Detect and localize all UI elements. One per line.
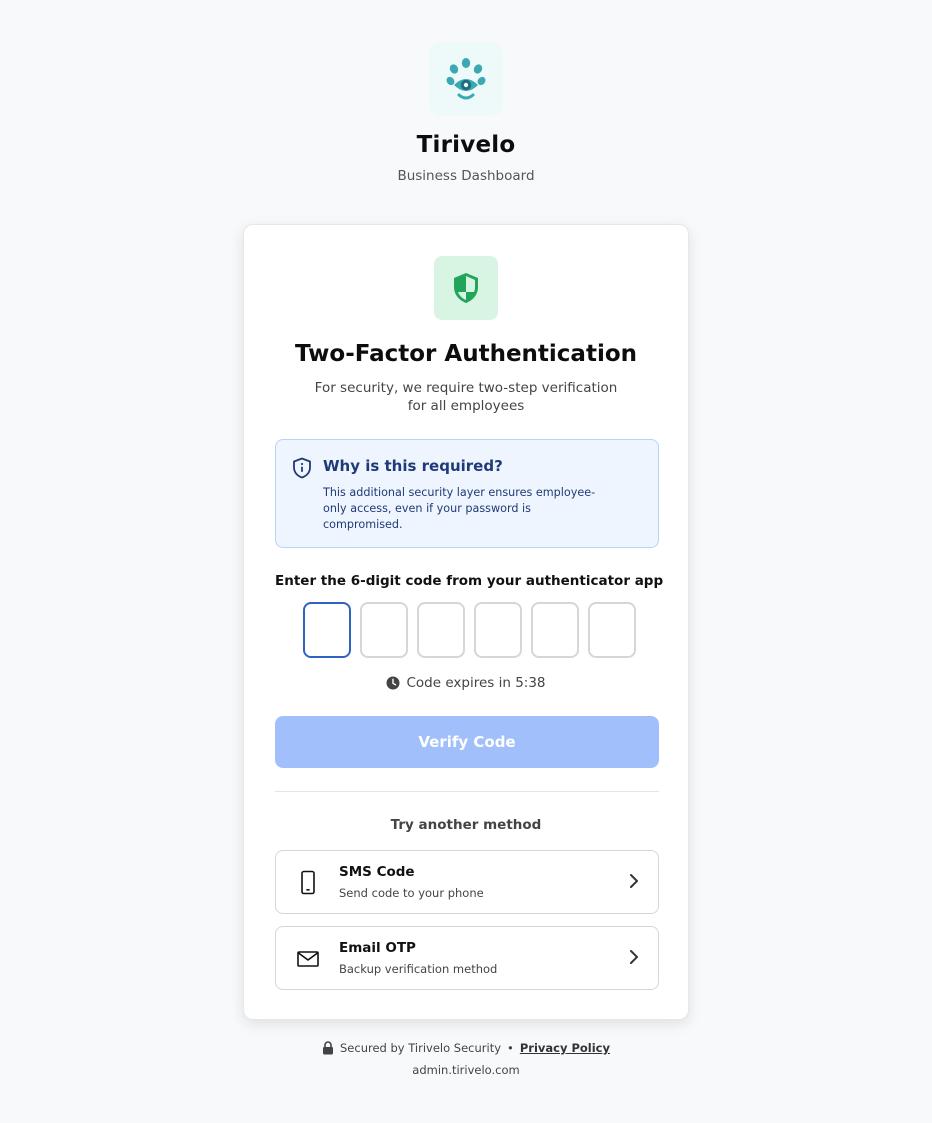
- shield-icon: [454, 273, 478, 303]
- other-methods-label: Try another method: [390, 817, 542, 833]
- email-otp-option[interactable]: Email OTP Backup verification method: [275, 926, 659, 990]
- footer-domain: admin.tirivelo.com: [412, 1063, 520, 1077]
- code-label: Enter the 6-digit code from your authent…: [275, 573, 664, 589]
- footer: Secured by Tirivelo Security • Privacy P…: [0, 1041, 932, 1055]
- expiry-text: Code expires in 5:38: [406, 675, 546, 691]
- paw-eye-logo-icon: [446, 58, 486, 100]
- brand-header: Tirivelo Business Dashboard: [0, 0, 932, 184]
- app-name: Tirivelo: [416, 132, 516, 158]
- phone-icon: [301, 870, 315, 895]
- otp-digit-3[interactable]: [417, 602, 465, 658]
- chevron-right-icon: [630, 874, 638, 888]
- method-title: SMS Code: [339, 864, 415, 880]
- divider: [275, 791, 659, 792]
- chevron-right-icon: [630, 950, 638, 964]
- method-title: Email OTP: [339, 940, 416, 956]
- shield-info-icon: [293, 457, 311, 479]
- otp-digit-1[interactable]: [303, 602, 351, 658]
- two-factor-card: Two-Factor Authentication For security, …: [243, 224, 689, 1020]
- sms-code-option[interactable]: SMS Code Send code to your phone: [275, 850, 659, 914]
- code-expiry: Code expires in 5:38: [244, 675, 688, 691]
- lock-icon: [323, 1041, 333, 1055]
- verify-code-button[interactable]: Verify Code: [275, 716, 659, 768]
- otp-input-group: [303, 602, 636, 658]
- info-text: This additional security layer ensures e…: [323, 486, 596, 531]
- method-description: Backup verification method: [339, 962, 498, 976]
- shield-badge: [434, 256, 498, 320]
- footer-separator: •: [507, 1041, 514, 1055]
- secured-text: Secured by Tirivelo Security: [340, 1041, 502, 1055]
- otp-digit-5[interactable]: [531, 602, 579, 658]
- page-title: Two-Factor Authentication: [294, 341, 638, 367]
- privacy-policy-link[interactable]: Privacy Policy: [520, 1041, 610, 1055]
- otp-digit-4[interactable]: [474, 602, 522, 658]
- otp-digit-2[interactable]: [360, 602, 408, 658]
- app-logo: [429, 42, 503, 116]
- info-callout: Why is this required? This additional se…: [275, 439, 659, 548]
- method-description: Send code to your phone: [339, 886, 484, 900]
- app-subtitle: Business Dashboard: [397, 168, 535, 184]
- clock-icon: [386, 676, 400, 690]
- mail-icon: [297, 951, 319, 967]
- otp-digit-6[interactable]: [588, 602, 636, 658]
- page-subtitle: For security, we require two-step verifi…: [314, 380, 618, 414]
- info-title: Why is this required?: [323, 457, 503, 475]
